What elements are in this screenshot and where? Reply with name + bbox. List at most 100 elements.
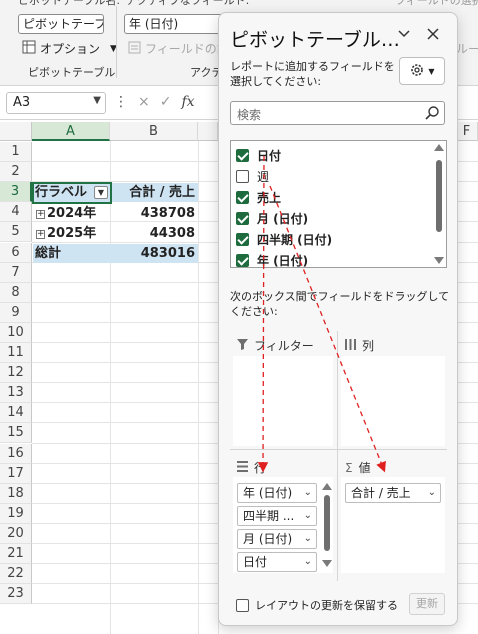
column-header-a[interactable]: A xyxy=(32,122,110,141)
drag-instructions: 次のボックス間でフィールドをドラッグしてください: xyxy=(230,290,450,318)
row-header[interactable]: 19 xyxy=(0,503,32,524)
pivot-values-header[interactable]: 合計 / 売上 xyxy=(110,183,198,202)
pivot-row-2025[interactable]: +2025年 xyxy=(33,224,110,243)
scroll-down-icon[interactable] xyxy=(434,257,444,264)
field-item-label: 月 (日付) xyxy=(257,211,309,226)
checkbox-checked[interactable] xyxy=(236,253,249,267)
pivot-value-2025[interactable]: 44308 xyxy=(110,224,198,243)
tools-button[interactable]: ▼ xyxy=(399,57,445,85)
scroll-down-icon[interactable] xyxy=(322,560,332,567)
row-labels-filter-button[interactable]: ▼ xyxy=(94,186,108,199)
defer-update-option[interactable]: レイアウトの更新を保留する xyxy=(236,597,398,613)
options-label: オプション xyxy=(40,42,101,56)
row-header[interactable]: 1 xyxy=(0,142,32,162)
pivot-value-2024[interactable]: 438708 xyxy=(110,204,198,223)
field-item[interactable]: 四半期 (日付) xyxy=(236,229,332,249)
rows-icon xyxy=(237,460,248,475)
field-item[interactable]: 売上 xyxy=(236,187,281,207)
field-item[interactable]: 日付 xyxy=(236,145,281,165)
row-header[interactable]: 14 xyxy=(0,403,32,424)
row-header[interactable]: 9 xyxy=(0,302,32,323)
row-header[interactable]: 8 xyxy=(0,282,32,303)
row-header[interactable]: 6 xyxy=(0,242,32,263)
field-item-label: 四半期 (日付) xyxy=(257,232,333,247)
enter-icon[interactable]: ✓ xyxy=(160,94,172,110)
chevron-down-icon[interactable]: ⌄ xyxy=(304,553,312,571)
group-button[interactable]: ループ xyxy=(456,40,478,57)
checkbox-unchecked[interactable] xyxy=(236,169,249,183)
expand-icon[interactable]: + xyxy=(36,210,45,219)
filters-label: フィルター xyxy=(254,339,314,353)
field-list-scrollbar[interactable] xyxy=(434,144,444,264)
columns-drop-area[interactable] xyxy=(341,356,445,446)
cancel-icon[interactable]: × xyxy=(138,94,150,110)
select-all-corner[interactable] xyxy=(0,122,32,141)
row-header[interactable]: 15 xyxy=(0,423,32,444)
field-item[interactable]: 年 (日付) xyxy=(236,250,308,267)
chevron-down-icon[interactable]: ⌄ xyxy=(428,484,436,502)
row-header[interactable]: 11 xyxy=(0,343,32,363)
row-header[interactable]: 7 xyxy=(0,262,32,283)
defer-checkbox[interactable] xyxy=(236,598,249,612)
row-header[interactable]: 3 xyxy=(0,182,32,203)
filters-drop-area[interactable] xyxy=(233,356,333,446)
row-header[interactable]: 20 xyxy=(0,523,32,544)
pivot-grand-total-label[interactable]: 総計 xyxy=(33,244,110,263)
row-header[interactable]: 21 xyxy=(0,544,32,564)
scroll-up-icon[interactable] xyxy=(322,483,332,490)
column-header-b[interactable]: B xyxy=(110,122,198,141)
checkbox-checked[interactable] xyxy=(236,190,249,204)
row-field-chip[interactable]: 月 (日付) ⌄ xyxy=(237,529,317,549)
row-header[interactable]: 4 xyxy=(0,202,32,223)
row-header[interactable]: 10 xyxy=(0,322,32,343)
pivot-row-2024[interactable]: +2024年 xyxy=(33,204,110,223)
rows-scrollbar[interactable] xyxy=(322,483,332,567)
row-header[interactable]: 17 xyxy=(0,463,32,484)
insert-function-icon[interactable]: fx xyxy=(181,94,194,110)
field-item-label: 売上 xyxy=(257,190,282,205)
checkbox-checked[interactable] xyxy=(236,232,249,246)
search-placeholder: 検索 xyxy=(237,108,262,122)
field-list[interactable]: 日付週売上月 (日付) 四半期 (日付) 年 (日付) xyxy=(230,140,447,268)
row-header[interactable]: 18 xyxy=(0,483,32,504)
options-button[interactable]: オプション ▼ xyxy=(22,40,117,57)
chevron-down-icon[interactable]: ⌄ xyxy=(304,484,312,502)
column-header-f[interactable]: F xyxy=(456,122,478,141)
column-header-hidden[interactable] xyxy=(198,122,218,141)
chevron-down-icon: ▼ xyxy=(428,66,435,76)
field-item[interactable]: 週 xyxy=(236,166,269,186)
scroll-up-icon[interactable] xyxy=(434,144,444,151)
chevron-down-icon[interactable] xyxy=(397,27,411,43)
expand-icon[interactable]: + xyxy=(36,230,45,239)
search-icon xyxy=(424,105,440,124)
active-field-input[interactable]: 年 (日付) xyxy=(124,14,224,34)
checkbox-checked[interactable] xyxy=(236,211,249,225)
row-field-chip[interactable]: 四半期 ... ⌄ xyxy=(237,506,317,526)
row-header[interactable]: 12 xyxy=(0,363,32,384)
value-field-chip[interactable]: 合計 / 売上 ⌄ xyxy=(345,483,441,503)
chevron-down-icon[interactable]: ▼ xyxy=(93,95,101,106)
scroll-thumb[interactable] xyxy=(324,495,330,551)
name-box[interactable]: A3 ▼ xyxy=(6,92,106,114)
chevron-down-icon[interactable]: ⌄ xyxy=(304,530,312,548)
row-header[interactable]: 16 xyxy=(0,443,32,464)
value-field-label: 合計 / 売上 xyxy=(351,486,411,500)
row-field-chip[interactable]: 年 (日付) ⌄ xyxy=(237,483,317,503)
rows-label: 行 xyxy=(254,461,267,475)
field-search-input[interactable]: 検索 xyxy=(230,101,445,125)
scroll-thumb[interactable] xyxy=(436,160,442,232)
update-button[interactable]: 更新 xyxy=(409,593,445,615)
row-header[interactable]: 23 xyxy=(0,584,32,605)
pivot-name-input[interactable]: ピボットテーブル1 xyxy=(18,14,104,34)
close-icon[interactable] xyxy=(427,25,439,45)
row-header[interactable]: 5 xyxy=(0,222,32,243)
field-item[interactable]: 月 (日付) xyxy=(236,208,308,228)
pivot-name-caption: ピボットテーブル名: xyxy=(18,0,121,7)
row-header[interactable]: 2 xyxy=(0,162,32,183)
row-field-chip[interactable]: 日付 ⌄ xyxy=(237,552,317,572)
checkbox-checked[interactable] xyxy=(236,148,249,162)
row-header[interactable]: 22 xyxy=(0,564,32,585)
chevron-down-icon[interactable]: ⌄ xyxy=(304,507,312,525)
row-header[interactable]: 13 xyxy=(0,383,32,404)
pivot-grand-total-value[interactable]: 483016 xyxy=(110,244,198,263)
